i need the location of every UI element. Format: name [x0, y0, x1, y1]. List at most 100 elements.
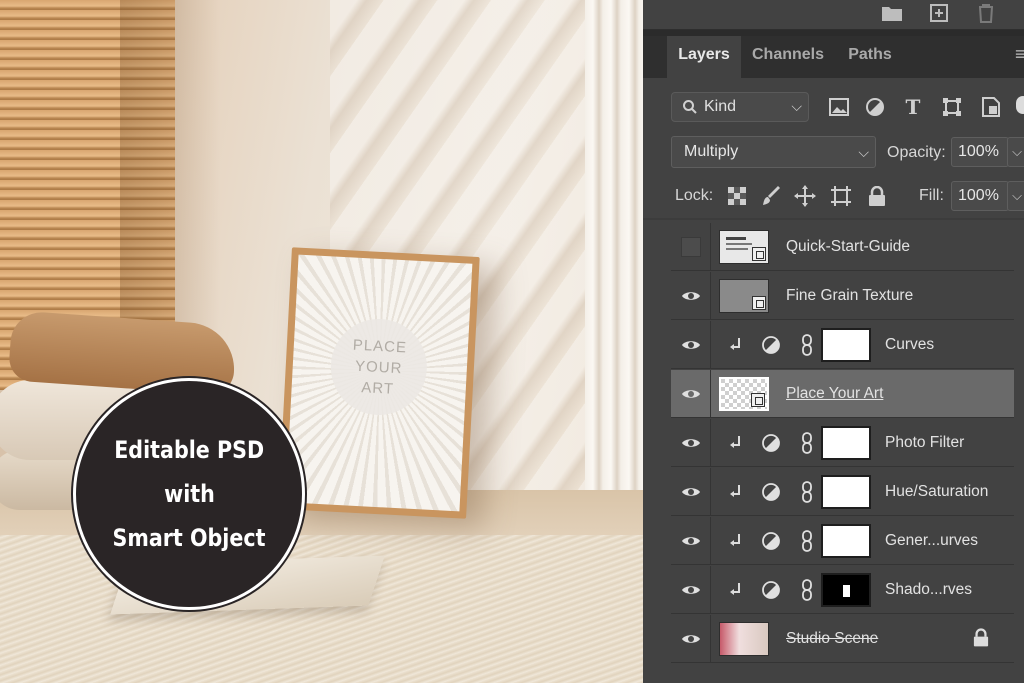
- layer-name: Gener...urves: [885, 532, 979, 549]
- visibility-toggle[interactable]: [671, 517, 711, 565]
- chain-link-icon[interactable]: [797, 432, 817, 454]
- eye-icon: [681, 635, 700, 643]
- panel-menu-icon[interactable]: ≡: [1015, 44, 1024, 65]
- art-frame: PLACE YOUR ART: [278, 247, 480, 519]
- layer-row[interactable]: Studio Scene: [671, 615, 1014, 663]
- visibility-toggle[interactable]: [671, 370, 711, 418]
- badge-line: with: [163, 480, 215, 508]
- layer-name[interactable]: Place Your Art: [786, 385, 883, 403]
- eye-icon: [681, 390, 700, 398]
- lock-transparent-pixels-icon[interactable]: [725, 184, 749, 208]
- adjustment-layer-icon: [761, 433, 781, 453]
- tab-layers[interactable]: Layers: [667, 36, 741, 78]
- opacity-dropdown[interactable]: ⌵: [1007, 137, 1024, 167]
- lock-artboard-icon[interactable]: [829, 184, 853, 208]
- lock-icon: [973, 628, 989, 651]
- layer-row[interactable]: Photo Filter: [671, 419, 1014, 467]
- visibility-toggle[interactable]: [671, 468, 711, 516]
- clipping-mask-icon: [726, 482, 746, 502]
- visibility-off-box: [680, 237, 701, 257]
- layer-name: Studio Scene: [786, 630, 879, 647]
- promo-badge: Editable PSD with Smart Object: [73, 378, 305, 610]
- folder-icon[interactable]: [879, 2, 905, 24]
- layer-row[interactable]: Shado...rves: [671, 566, 1014, 614]
- visibility-toggle[interactable]: [671, 419, 711, 467]
- mask-thumbnail: [821, 573, 871, 607]
- eye-icon: [681, 586, 700, 594]
- chain-link-icon[interactable]: [797, 579, 817, 601]
- layer-name: Hue/Saturation: [885, 483, 989, 500]
- curtain: [585, 0, 643, 560]
- chain-link-icon[interactable]: [797, 481, 817, 503]
- blend-row: Multiply ⌵ Opacity: 100% ⌵: [643, 132, 1024, 174]
- blend-mode-select[interactable]: Multiply ⌵: [671, 136, 876, 168]
- visibility-toggle[interactable]: [671, 223, 711, 271]
- layer-row[interactable]: Fine Grain Texture: [671, 272, 1014, 320]
- layers-panel: Layers Channels Paths ≡ Kind ⌵ T Multipl…: [643, 0, 1024, 683]
- adjustment-layer-icon: [761, 482, 781, 502]
- opacity-label: Opacity:: [887, 144, 946, 161]
- layers-list: Quick-Start-Guide Fine Grain Texture Cur…: [643, 220, 1024, 683]
- layer-filter-row: Kind ⌵ T: [643, 78, 1024, 132]
- clipping-mask-icon: [726, 531, 746, 551]
- lock-row: Lock: Fill: 100% ⌵: [643, 174, 1024, 218]
- chain-link-icon[interactable]: [797, 334, 817, 356]
- mockup-photo: PLACE YOUR ART Editable PSD with Smart O…: [0, 0, 643, 683]
- mask-thumbnail: [821, 475, 871, 509]
- eye-icon: [681, 341, 700, 349]
- layer-row[interactable]: Hue/Saturation: [671, 468, 1014, 516]
- layer-name: Fine Grain Texture: [786, 287, 914, 304]
- eye-icon: [681, 488, 700, 496]
- layer-name: Shado...rves: [885, 581, 973, 598]
- mask-thumbnail: [821, 524, 871, 558]
- blinds-shadow: [120, 0, 220, 330]
- type-filter-icon[interactable]: T: [901, 95, 925, 119]
- chevron-down-icon: ⌵: [791, 98, 802, 114]
- image-filter-icon[interactable]: [827, 95, 851, 119]
- layer-thumbnail: [719, 230, 769, 264]
- lock-all-icon[interactable]: [865, 184, 889, 208]
- filter-kind-select[interactable]: Kind ⌵: [671, 92, 809, 122]
- tab-channels[interactable]: Channels: [743, 36, 833, 78]
- layer-thumbnail: [719, 377, 769, 411]
- lock-position-icon[interactable]: [793, 184, 817, 208]
- panel-tabs: Layers Channels Paths ≡: [643, 36, 1024, 78]
- search-icon: [683, 100, 697, 114]
- tab-paths[interactable]: Paths: [835, 36, 905, 78]
- opacity-input[interactable]: 100%: [951, 137, 1009, 167]
- layer-row-selected[interactable]: Place Your Art: [671, 370, 1014, 418]
- visibility-toggle[interactable]: [671, 566, 711, 614]
- shape-filter-icon[interactable]: [940, 95, 964, 119]
- filter-kind-label: Kind: [704, 98, 737, 115]
- layer-row[interactable]: Curves: [671, 321, 1014, 369]
- smart-object-icon: [752, 247, 766, 261]
- clipping-mask-icon: [726, 433, 746, 453]
- fill-dropdown[interactable]: ⌵: [1007, 181, 1024, 211]
- new-layer-icon[interactable]: [926, 2, 952, 24]
- fill-input[interactable]: 100%: [951, 181, 1009, 211]
- clipping-mask-icon: [726, 580, 746, 600]
- adjustment-layer-icon: [761, 335, 781, 355]
- chevron-down-icon: ⌵: [858, 144, 869, 160]
- eye-icon: [681, 292, 700, 300]
- badge-line: Editable PSD: [114, 436, 264, 464]
- lock-label: Lock:: [675, 187, 714, 204]
- mask-thumbnail: [821, 328, 871, 362]
- layer-row[interactable]: Gener...urves: [671, 517, 1014, 565]
- placeholder-text: PLACE YOUR ART: [352, 336, 408, 398]
- smart-object-icon: [751, 393, 765, 407]
- chain-link-icon[interactable]: [797, 530, 817, 552]
- layer-thumbnail: [719, 279, 769, 313]
- lock-image-pixels-icon[interactable]: [760, 184, 784, 208]
- layer-thumbnail: [719, 622, 769, 656]
- filter-toggle[interactable]: [1016, 96, 1024, 114]
- layer-row[interactable]: Quick-Start-Guide: [671, 223, 1014, 271]
- adjustment-filter-icon[interactable]: [863, 95, 887, 119]
- smart-object-filter-icon[interactable]: [979, 95, 1003, 119]
- eye-icon: [681, 537, 700, 545]
- visibility-toggle[interactable]: [671, 615, 711, 663]
- trash-icon[interactable]: [973, 2, 999, 24]
- fill-label: Fill:: [919, 187, 944, 204]
- visibility-toggle[interactable]: [671, 272, 711, 320]
- visibility-toggle[interactable]: [671, 321, 711, 369]
